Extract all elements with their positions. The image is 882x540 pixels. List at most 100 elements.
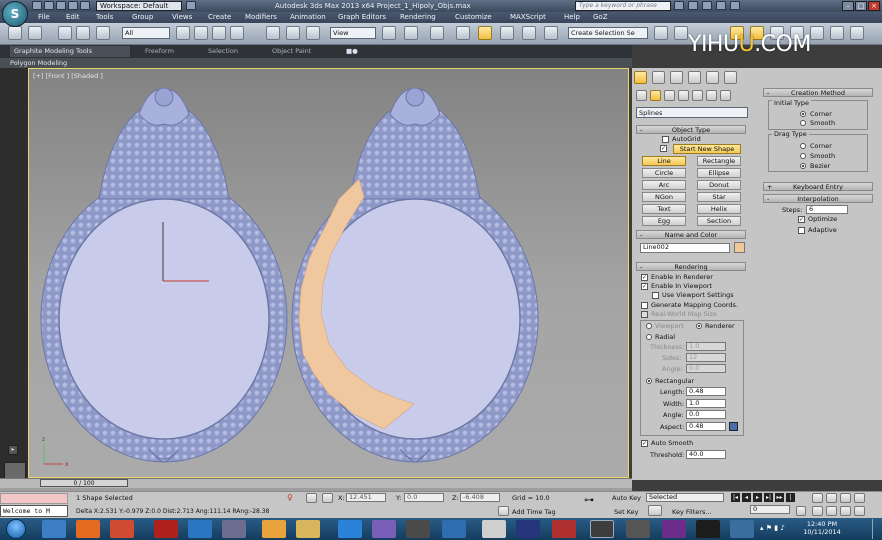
lights-icon[interactable] <box>664 90 675 101</box>
maximize-viewport-icon[interactable] <box>854 506 865 516</box>
space-warps-icon[interactable] <box>706 90 717 101</box>
set-key-button[interactable]: Set Key <box>614 508 639 516</box>
menu-rendering[interactable]: Rendering <box>400 12 436 23</box>
spline-ellipse-button[interactable]: Ellipse <box>697 168 741 178</box>
drag-bezier-radio[interactable] <box>800 163 806 169</box>
zoom-all-icon[interactable] <box>826 493 837 503</box>
absolute-mode-icon[interactable] <box>322 493 333 503</box>
spline-circle-button[interactable]: Circle <box>642 168 686 178</box>
system-clock[interactable]: 12:40 PM 10/11/2014 <box>800 520 844 536</box>
viewport-radio[interactable] <box>646 323 652 329</box>
render-iterative-icon[interactable] <box>830 26 844 40</box>
taskbar-app2-icon[interactable] <box>372 520 396 538</box>
tray-icons[interactable]: ▴ ⚑ ▮ ♪ <box>760 524 796 534</box>
menu-help[interactable]: Help <box>564 12 580 23</box>
optimize-checkbox[interactable]: ✓ <box>798 216 805 223</box>
renderer-radio[interactable] <box>696 323 702 329</box>
mirror-icon[interactable] <box>654 26 668 40</box>
help-icon[interactable] <box>730 1 740 10</box>
start-new-shape-button[interactable]: Start New Shape <box>673 144 741 154</box>
taskbar-zbrush-icon[interactable] <box>482 520 506 538</box>
display-panel-icon[interactable] <box>706 71 719 84</box>
menu-group[interactable]: Group <box>132 12 153 23</box>
rollout-creation-method[interactable]: - Creation Method <box>763 88 873 97</box>
category-dropdown[interactable]: Splines <box>636 107 748 118</box>
key-icon[interactable]: ⊶ <box>584 495 606 507</box>
subscription-icon[interactable] <box>688 1 698 10</box>
isolate-selection-icon[interactable] <box>306 493 317 503</box>
tab-graphite-modeling-tools[interactable]: Graphite Modeling Tools <box>10 46 130 57</box>
utilities-panel-icon[interactable] <box>724 71 737 84</box>
show-desktop-button[interactable] <box>872 519 880 539</box>
search-input[interactable]: Type a keyword or phrase <box>575 1 671 11</box>
taskbar-app8-icon[interactable] <box>730 520 754 538</box>
hierarchy-panel-icon[interactable] <box>670 71 683 84</box>
taskbar-dropbox-icon[interactable] <box>338 520 362 538</box>
zoom-icon[interactable] <box>812 493 823 503</box>
z-coord-field[interactable]: -6.408 <box>460 493 500 502</box>
menu-create[interactable]: Create <box>208 12 231 23</box>
menu-edit[interactable]: Edit <box>66 12 80 23</box>
start-new-shape-checkbox[interactable]: ✓ <box>660 145 667 152</box>
adaptive-checkbox[interactable] <box>798 227 805 234</box>
selection-lock-icon[interactable]: ♀ <box>287 493 295 502</box>
current-frame-field[interactable]: 0 <box>750 505 790 514</box>
undo-quick-icon[interactable] <box>68 1 78 10</box>
enable-in-renderer-checkbox[interactable]: ✓ <box>641 274 648 281</box>
drag-smooth-radio[interactable] <box>800 153 806 159</box>
spline-helix-button[interactable]: Helix <box>697 204 741 214</box>
tab-object-paint[interactable]: Object Paint <box>272 46 311 57</box>
menu-modifiers[interactable]: Modifiers <box>245 12 277 23</box>
favorites-star-icon[interactable] <box>716 1 726 10</box>
select-link-icon[interactable] <box>58 26 72 40</box>
helpers-icon[interactable] <box>692 90 703 101</box>
motion-panel-icon[interactable] <box>688 71 701 84</box>
time-slider-thumb[interactable]: 0 / 100 <box>40 479 128 487</box>
object-name-field[interactable]: Line002 <box>640 243 730 253</box>
spline-star-button[interactable]: Star <box>697 192 741 202</box>
threshold-spinner[interactable]: 40.0 <box>686 450 726 459</box>
rollout-keyboard-entry[interactable]: + Keyboard Entry <box>763 182 873 191</box>
go-to-end-icon[interactable]: ▸▸ <box>775 493 784 502</box>
named-selection-set-dropdown[interactable]: Create Selection Se <box>568 27 648 39</box>
menu-customize[interactable]: Customize <box>455 12 492 23</box>
thickness-spinner[interactable]: 1.0 <box>686 342 726 351</box>
taskbar-monitor-icon[interactable] <box>442 520 466 538</box>
auto-smooth-checkbox[interactable]: ✓ <box>641 440 648 447</box>
default-in-out-tangent-icon[interactable] <box>648 505 662 516</box>
reference-coordinate-dropdown[interactable]: View <box>330 27 376 39</box>
new-file-icon[interactable] <box>32 1 42 10</box>
bind-space-warp-icon[interactable] <box>96 26 110 40</box>
rollout-object-type[interactable]: - Object Type <box>636 125 746 134</box>
shapes-icon[interactable] <box>650 90 661 101</box>
rectangular-radio[interactable] <box>646 378 652 384</box>
ribbon-panel-polygon-modeling[interactable]: Polygon Modeling <box>0 58 632 68</box>
real-world-map-checkbox[interactable] <box>641 311 648 318</box>
unlink-icon[interactable] <box>76 26 90 40</box>
drag-corner-radio[interactable] <box>800 143 806 149</box>
taskbar-chrome-icon[interactable] <box>110 520 134 538</box>
autogrid-checkbox[interactable] <box>662 136 669 143</box>
taskbar-app-icon[interactable] <box>222 520 246 538</box>
spline-arc-button[interactable]: Arc <box>642 180 686 190</box>
go-to-start-icon[interactable]: |◂ <box>731 493 740 502</box>
auto-key-button[interactable]: Auto Key <box>612 494 641 502</box>
spline-line-button[interactable]: Line <box>642 156 686 166</box>
rectangular-selection-icon[interactable] <box>212 26 226 40</box>
generate-mapping-checkbox[interactable] <box>641 302 648 309</box>
tab-selection[interactable]: Selection <box>208 46 238 57</box>
angle-snap-icon[interactable] <box>478 26 492 40</box>
lock-aspect-icon[interactable] <box>729 422 738 431</box>
spline-donut-button[interactable]: Donut <box>697 180 741 190</box>
maximize-button[interactable]: □ <box>855 1 867 11</box>
maxscript-listener-pink[interactable] <box>0 493 68 504</box>
aspect-spinner[interactable]: 0.48 <box>686 422 726 431</box>
width-spinner[interactable]: 1.0 <box>686 399 726 408</box>
object-color-swatch[interactable] <box>734 242 745 253</box>
redo-quick-icon[interactable] <box>80 1 90 10</box>
sides-spinner[interactable]: 12 <box>686 353 726 362</box>
save-file-icon[interactable] <box>56 1 66 10</box>
taskbar-filezilla-icon[interactable] <box>154 520 178 538</box>
y-coord-field[interactable]: 0.0 <box>404 493 444 502</box>
communication-center-icon[interactable] <box>702 1 712 10</box>
